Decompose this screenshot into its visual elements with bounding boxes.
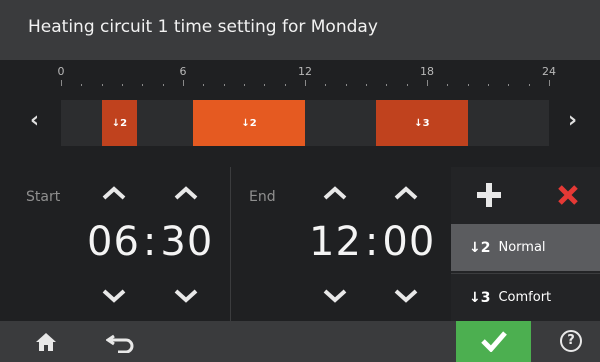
timeline-tick	[305, 80, 306, 86]
start-hours-down-icon[interactable]	[101, 289, 127, 303]
close-icon[interactable]	[557, 184, 579, 206]
timeline-tick-label: 18	[420, 65, 434, 78]
timeline-tick	[325, 84, 327, 86]
timeline-tick	[223, 84, 225, 86]
timeline-tick-label: 12	[298, 65, 312, 78]
timeline: 0 6 12 18 24 ↓2 ↓2 ↓3 ‹ ›	[0, 60, 600, 167]
start-panel: Start 06:30	[0, 167, 230, 321]
start-time: 06:30	[87, 219, 213, 265]
timeline-segment[interactable]: ↓2	[101, 100, 138, 146]
timeline-tick	[467, 84, 469, 86]
timeline-tick	[549, 80, 550, 86]
timeline-tick	[122, 84, 123, 86]
timeline-tick-label: 24	[542, 65, 556, 78]
timeline-tick	[284, 84, 286, 86]
end-hours-down-icon[interactable]	[322, 289, 348, 303]
back-icon[interactable]	[105, 331, 136, 354]
timeline-tick	[528, 84, 530, 86]
time-colon: :	[142, 219, 158, 265]
mode-panel: ↓2 Normal ↓3 Comfort	[451, 167, 600, 321]
page-title: Heating circuit 1 time setting for Monda…	[28, 17, 378, 37]
end-hours[interactable]: 12	[309, 219, 362, 265]
timeline-track[interactable]: ↓2 ↓2 ↓3	[61, 100, 549, 146]
start-hours-up-icon[interactable]	[101, 186, 127, 200]
thermometer-icon: ↓2	[469, 239, 491, 256]
plus-icon[interactable]	[477, 183, 501, 207]
check-icon	[481, 331, 507, 352]
home-icon[interactable]	[35, 331, 57, 353]
end-time: 12:00	[309, 219, 435, 265]
thermometer-icon: ↓3	[469, 289, 491, 306]
mode-option-comfort[interactable]: ↓3 Comfort	[451, 273, 600, 321]
timeline-tick	[406, 84, 408, 86]
timeline-tick	[345, 84, 347, 86]
timeline-tick	[427, 80, 428, 86]
start-label: Start	[26, 189, 61, 205]
timeline-tick	[142, 84, 144, 86]
chevron-left-icon[interactable]: ‹	[30, 108, 39, 133]
mode-option-normal[interactable]: ↓2 Normal	[451, 224, 600, 271]
timeline-segment[interactable]: ↓2	[193, 100, 305, 146]
timeline-tick	[508, 84, 510, 86]
end-hours-up-icon[interactable]	[322, 186, 348, 200]
mode-label: Comfort	[498, 290, 552, 305]
timeline-tick	[488, 84, 489, 86]
title-bar: Heating circuit 1 time setting for Monda…	[0, 0, 600, 60]
timeline-tick	[244, 84, 245, 86]
timeline-tick	[203, 84, 205, 86]
time-colon: :	[364, 219, 380, 265]
action-row	[451, 167, 600, 224]
start-minutes-down-icon[interactable]	[173, 289, 199, 303]
timeline-segment[interactable]: ↓3	[376, 100, 468, 146]
end-minutes-down-icon[interactable]	[393, 289, 419, 303]
confirm-button[interactable]	[456, 321, 531, 362]
timeline-tick	[61, 80, 62, 86]
start-hours[interactable]: 06	[87, 219, 140, 265]
timeline-tick	[81, 84, 83, 86]
end-minutes-up-icon[interactable]	[393, 186, 419, 200]
timeline-tick	[264, 84, 266, 86]
timeline-tick	[447, 84, 449, 86]
timeline-tick	[386, 84, 388, 86]
start-minutes-up-icon[interactable]	[173, 186, 199, 200]
timeline-tick	[366, 84, 367, 86]
chevron-right-icon[interactable]: ›	[568, 108, 577, 133]
timeline-tick	[183, 80, 184, 86]
help-icon[interactable]: ?	[560, 330, 582, 352]
timeline-tick-label: 6	[179, 65, 187, 78]
timeline-tick	[162, 84, 164, 86]
timeline-tick	[101, 84, 103, 86]
end-panel: End 12:00	[231, 167, 451, 321]
start-minutes[interactable]: 30	[160, 219, 213, 265]
end-label: End	[249, 189, 276, 205]
end-minutes[interactable]: 00	[382, 219, 435, 265]
mode-label: Normal	[498, 240, 546, 255]
bottom-bar: ?	[0, 321, 600, 362]
timeline-tick-label: 0	[57, 65, 65, 78]
